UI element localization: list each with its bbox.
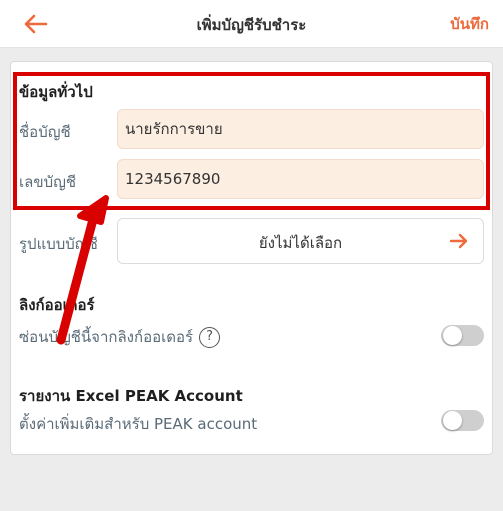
account-number-label: เลขบัญชี <box>19 173 77 191</box>
save-button[interactable]: บันทึก <box>450 12 489 36</box>
hide-from-order-link-toggle[interactable] <box>441 325 484 346</box>
arrow-right-icon <box>449 232 469 250</box>
page-title: เพิ่มบัญชีรับชำระ <box>196 16 307 34</box>
account-name-label: ชื่อบัญชี <box>19 123 71 141</box>
account-format-select[interactable]: ยังไม่ได้เลือก <box>117 218 484 264</box>
order-link-section-title: ลิงก์ออเดอร์ <box>19 296 95 314</box>
hide-from-order-link-text: ซ่อนบัญชีนี้จากลิงก์ออเดอร์ <box>19 328 194 346</box>
excel-report-section-title: รายงาน Excel PEAK Account <box>19 387 243 405</box>
peak-account-setting-label: ตั้งค่าเพิ่มเติมสำหรับ PEAK account <box>19 415 258 433</box>
peak-account-setting-toggle[interactable] <box>441 410 484 431</box>
account-number-input[interactable]: 1234567890 <box>117 159 484 199</box>
account-format-value: ยังไม่ได้เลือก <box>258 234 343 252</box>
general-section-title: ข้อมูลทั่วไป <box>19 83 93 101</box>
top-bar: เพิ่มบัญชีรับชำระ บันทึก <box>0 0 503 48</box>
help-icon[interactable]: ? <box>199 327 221 348</box>
account-format-label: รูปแบบบัญชี <box>19 235 98 253</box>
account-name-input[interactable]: นายรักการขาย <box>117 109 484 149</box>
hide-from-order-link-label: ซ่อนบัญชีนี้จากลิงก์ออเดอร์? <box>19 325 221 349</box>
toggle-knob <box>443 411 462 430</box>
toggle-knob <box>443 326 462 345</box>
